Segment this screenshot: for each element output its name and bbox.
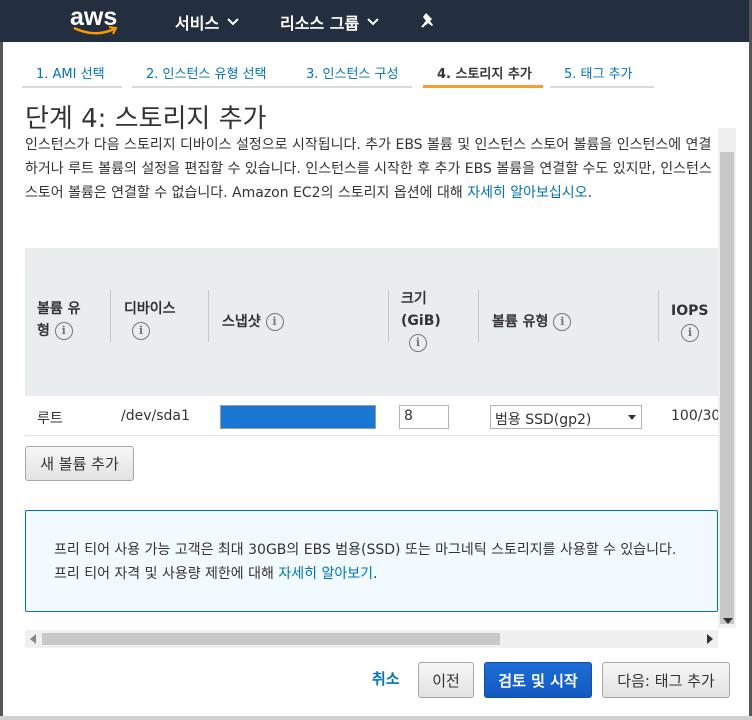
services-label: 서비스 (175, 14, 220, 33)
aws-smile-icon (73, 26, 118, 35)
header-volume-kind: 볼륨 유형 i (492, 311, 572, 333)
header-device: 디바이스 i (124, 298, 176, 342)
header-size-text: 크기 (401, 291, 427, 307)
horizontal-scroll-thumb[interactable] (42, 633, 500, 645)
scroll-down-icon[interactable] (723, 617, 733, 625)
step-label: 3. 인스턴스 구성 (306, 67, 399, 82)
top-navigation-bar: aws 서비스 리소스 그룹 (0, 0, 752, 42)
header-iops-text: IOPS (671, 303, 709, 319)
column-separator (208, 290, 209, 342)
step-label: 4. 스토리지 추가 (437, 67, 532, 82)
page-description: 인스턴스가 다음 스토리지 디바이스 설정으로 시작됩니다. 추가 EBS 볼륨… (25, 133, 715, 205)
window-edge-left (0, 42, 3, 720)
row-volume-type: 루트 (37, 411, 63, 427)
review-and-launch-button[interactable]: 검토 및 시작 (484, 662, 592, 698)
info-icon[interactable]: i (132, 322, 150, 340)
chevron-down-icon (367, 18, 379, 26)
step-add-storage[interactable]: 4. 스토리지 추가 (423, 58, 543, 88)
header-size-unit: (GiB) (401, 313, 441, 329)
header-volume-type: 볼륨 유 형 i (37, 298, 81, 342)
column-separator (388, 290, 389, 342)
aws-logo[interactable]: aws (70, 3, 120, 37)
header-volume-type-text-2: 형 (37, 323, 50, 339)
column-separator (658, 290, 659, 342)
header-volume-kind-text: 볼륨 유형 (492, 314, 549, 330)
header-iops: IOPS i (671, 300, 708, 344)
step-add-tags[interactable]: 5. 태그 추가 (550, 58, 654, 88)
header-snapshot: 스냅샷 i (222, 311, 284, 333)
info-icon[interactable]: i (553, 313, 572, 331)
header-size: 크기 (GiB) i (401, 288, 441, 354)
step-label: 2. 인스턴스 유형 선택 (146, 67, 267, 82)
scroll-right-icon[interactable] (706, 634, 714, 644)
notice-learn-more-link[interactable]: 자세히 알아보기 (278, 566, 373, 582)
bottom-divider (0, 716, 752, 720)
add-volume-button[interactable]: 새 볼륨 추가 (25, 446, 134, 481)
chevron-down-icon (227, 18, 239, 26)
horizontal-scrollbar[interactable] (25, 630, 718, 648)
row-iops: 100/300 (671, 408, 718, 424)
header-volume-type-text: 볼륨 유 (37, 301, 81, 317)
snapshot-input[interactable] (220, 405, 376, 429)
notice-end: . (372, 566, 378, 582)
header-device-text: 디바이스 (124, 301, 176, 317)
info-icon[interactable]: i (409, 334, 427, 352)
vertical-scroll-thumb[interactable] (720, 152, 734, 624)
resource-groups-menu[interactable]: 리소스 그룹 (280, 10, 379, 34)
volume-type-selected: 범용 SSD(gp2) (495, 412, 592, 428)
step-label: 5. 태그 추가 (564, 67, 633, 82)
size-input[interactable]: 8 (399, 405, 449, 429)
column-separator (478, 290, 479, 342)
resource-groups-label: 리소스 그룹 (280, 14, 360, 33)
info-icon[interactable]: i (54, 322, 73, 340)
description-text: 인스턴스가 다음 스토리지 디바이스 설정으로 시작됩니다. 추가 EBS 볼륨… (25, 137, 712, 201)
pin-icon[interactable] (420, 11, 438, 29)
volume-type-select[interactable]: 범용 SSD(gp2) (490, 405, 642, 429)
info-icon[interactable]: i (265, 313, 284, 331)
step-label: 1. AMI 선택 (36, 67, 105, 82)
step-ami[interactable]: 1. AMI 선택 (22, 58, 122, 88)
vertical-scrollbar[interactable] (718, 128, 736, 628)
dropdown-arrow-icon (628, 415, 636, 420)
previous-button[interactable]: 이전 (418, 662, 474, 698)
step-instance-type[interactable]: 2. 인스턴스 유형 선택 (132, 58, 292, 88)
step-configure-instance[interactable]: 3. 인스턴스 구성 (292, 58, 412, 88)
free-tier-notice: 프리 티어 사용 가능 고객은 최대 30GB의 EBS 범용(SSD) 또는 … (25, 510, 718, 612)
column-separator (110, 290, 111, 342)
scroll-left-icon[interactable] (29, 634, 37, 644)
cancel-link[interactable]: 취소 (372, 668, 400, 689)
description-end: . (587, 185, 593, 201)
row-device: /dev/sda1 (121, 408, 190, 424)
header-snapshot-text: 스냅샷 (222, 314, 261, 330)
wizard-steps: 1. AMI 선택 2. 인스턴스 유형 선택 3. 인스턴스 구성 4. 스토… (22, 58, 654, 88)
services-menu[interactable]: 서비스 (175, 10, 239, 34)
info-icon[interactable]: i (681, 324, 699, 342)
learn-more-link[interactable]: 자세히 알아보십시오 (467, 185, 587, 201)
page-title: 단계 4: 스토리지 추가 (25, 104, 267, 134)
next-add-tags-button[interactable]: 다음: 태그 추가 (602, 662, 730, 698)
